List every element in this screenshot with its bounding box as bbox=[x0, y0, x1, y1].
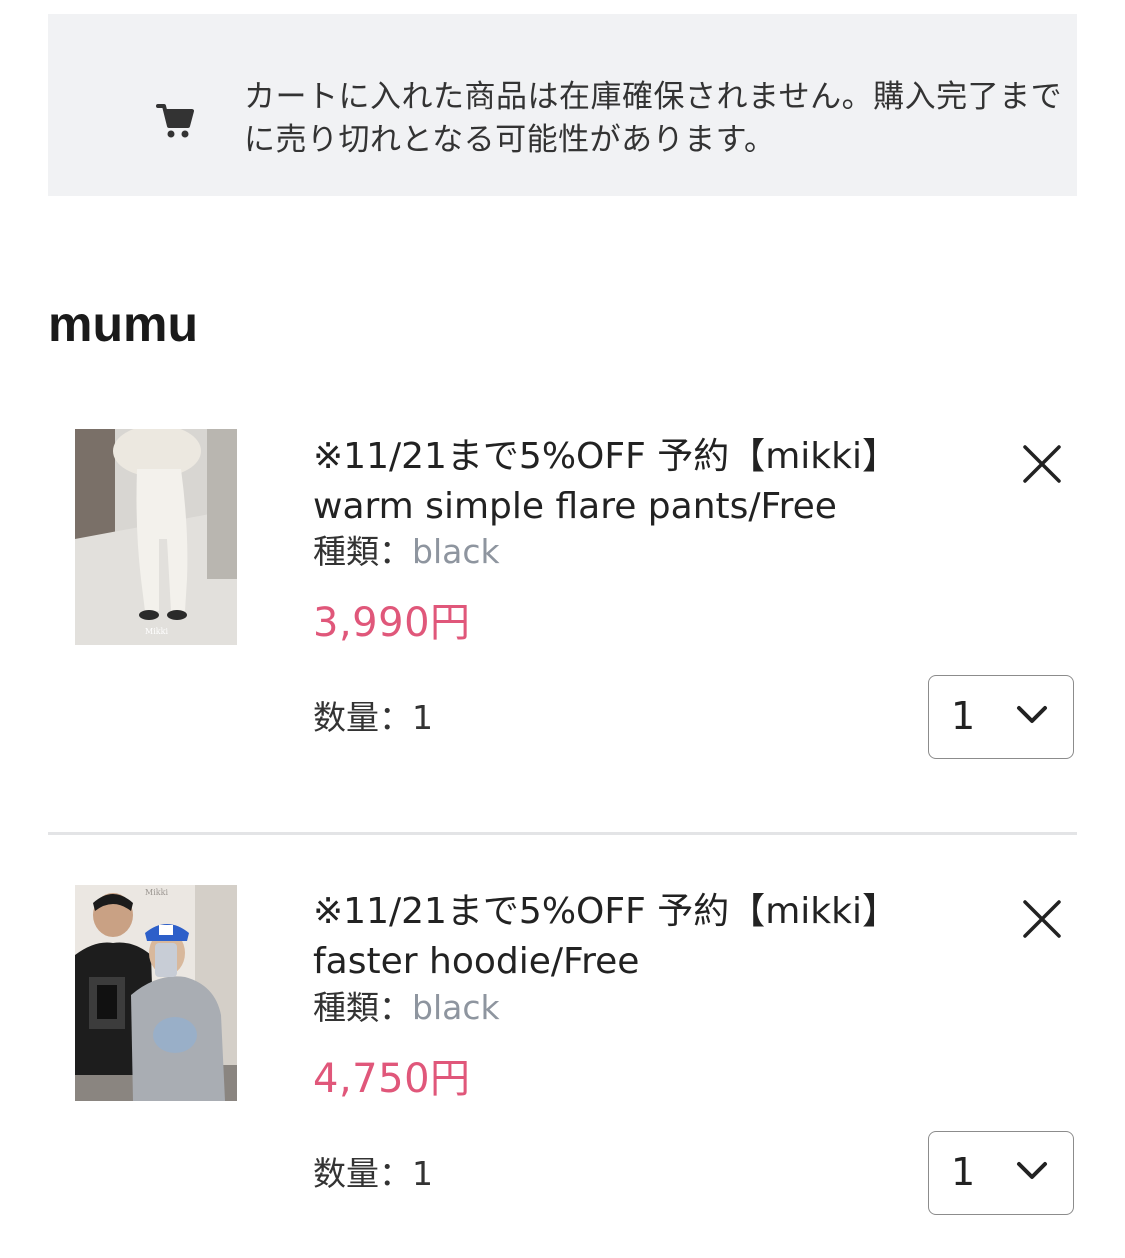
variant-value: black bbox=[412, 532, 500, 571]
variant-label: 種類： bbox=[313, 988, 412, 1027]
shop-name: mumu bbox=[48, 296, 198, 352]
cart-notice-banner: カートに入れた商品は在庫確保されません。購入完了までに売り切れとなる可能性があり… bbox=[48, 14, 1077, 196]
variant-label: 種類： bbox=[313, 532, 412, 571]
product-variant: 種類：black bbox=[313, 530, 500, 574]
cart-icon bbox=[154, 98, 198, 142]
product-price: 3,990円 bbox=[313, 600, 471, 646]
quantity-select[interactable]: 1 bbox=[928, 1131, 1074, 1215]
quantity-value: 1 bbox=[951, 1150, 976, 1194]
notice-text: カートに入れた商品は在庫確保されません。購入完了までに売り切れとなる可能性があり… bbox=[244, 79, 1063, 158]
chevron-down-icon bbox=[1017, 706, 1047, 723]
product-title[interactable]: ※11/21まで5%OFF 予約【mikki】warm simple flare… bbox=[313, 432, 953, 532]
product-price: 4,750円 bbox=[313, 1056, 471, 1102]
remove-item-button[interactable] bbox=[1016, 438, 1068, 490]
thumb-caption: Mikki bbox=[145, 888, 168, 897]
product-title[interactable]: ※11/21まで5%OFF 予約【mikki】faster hoodie/Fre… bbox=[313, 887, 953, 987]
quantity-label: 数量：1 bbox=[313, 1154, 433, 1193]
product-thumbnail[interactable]: Mikki bbox=[75, 885, 237, 1101]
remove-item-button[interactable] bbox=[1016, 893, 1068, 945]
quantity-value: 1 bbox=[951, 694, 976, 738]
chevron-down-icon bbox=[1017, 1162, 1047, 1179]
close-icon bbox=[1023, 900, 1061, 938]
close-icon bbox=[1023, 445, 1061, 483]
quantity-select[interactable]: 1 bbox=[928, 675, 1074, 759]
variant-value: black bbox=[412, 988, 500, 1027]
item-divider bbox=[48, 832, 1077, 835]
quantity-label: 数量：1 bbox=[313, 698, 433, 737]
thumb-caption: Mikki bbox=[145, 627, 168, 636]
product-thumbnail[interactable]: Mikki bbox=[75, 429, 237, 645]
product-variant: 種類：black bbox=[313, 986, 500, 1030]
